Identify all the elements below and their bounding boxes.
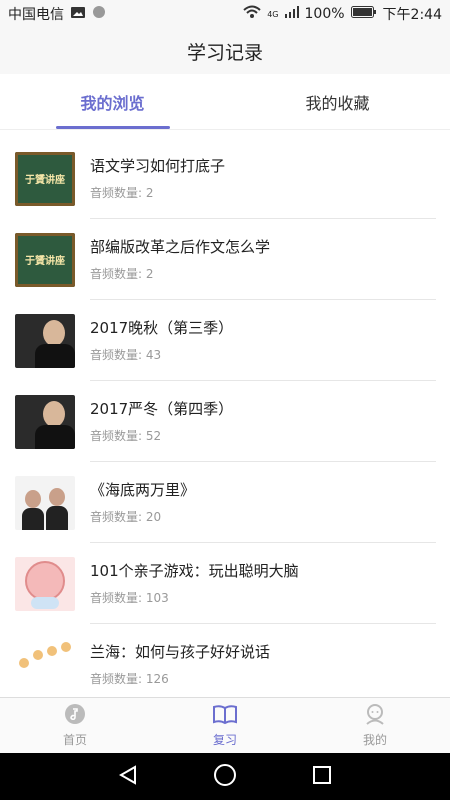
book-icon xyxy=(212,703,238,728)
course-thumbnail xyxy=(15,313,75,368)
item-count: 音频数量: 126 xyxy=(90,672,169,686)
back-icon[interactable] xyxy=(117,764,139,790)
item-title: 《海底两万里》 xyxy=(90,481,196,499)
network-type: 4G xyxy=(267,9,279,19)
list-item[interactable]: 2017晚秋（第三季） 音频数量: 43 xyxy=(0,300,450,381)
course-thumbnail: 于贇讲座 xyxy=(15,232,75,287)
item-title: 语文学习如何打底子 xyxy=(90,157,226,175)
item-title: 兰海：如何与孩子好好说话 xyxy=(90,643,271,661)
list-item[interactable]: 于贇讲座 语文学习如何打底子 音频数量: 2 xyxy=(0,138,450,219)
nav-review[interactable]: 复习 xyxy=(150,698,300,753)
item-count: 音频数量: 43 xyxy=(90,348,162,362)
item-title: 2017晚秋（第三季） xyxy=(90,319,234,337)
course-thumbnail xyxy=(15,394,75,449)
item-title: 2017严冬（第四季） xyxy=(90,400,234,418)
list-item[interactable]: 2017严冬（第四季） 音频数量: 52 xyxy=(0,381,450,462)
recents-icon[interactable] xyxy=(311,764,333,790)
item-count: 音频数量: 2 xyxy=(90,186,154,200)
home-icon[interactable] xyxy=(213,763,237,791)
course-thumbnail xyxy=(15,475,75,530)
carrier-label: 中国电信 xyxy=(8,7,64,23)
course-thumbnail xyxy=(15,556,75,611)
tab-browse[interactable]: 我的浏览 xyxy=(0,74,225,129)
battery-percent: 100% xyxy=(304,6,345,22)
home-note-icon xyxy=(64,703,86,728)
image-icon xyxy=(70,6,86,23)
item-title: 101个亲子游戏：玩出聪明大脑 xyxy=(90,562,299,580)
tab-bar: 我的浏览 我的收藏 xyxy=(0,74,450,130)
nav-home[interactable]: 首页 xyxy=(0,698,150,753)
course-thumbnail: 于贇讲座 xyxy=(15,151,75,206)
battery-icon xyxy=(350,6,377,22)
bottom-nav: 首页 复习 我的 xyxy=(0,697,450,753)
list-item[interactable]: 101个亲子游戏：玩出聪明大脑 音频数量: 103 xyxy=(0,543,450,624)
item-count: 音频数量: 20 xyxy=(90,510,162,524)
list-item[interactable]: 兰海：如何与孩子好好说话 音频数量: 126 xyxy=(0,624,450,696)
wifi-icon xyxy=(243,5,261,23)
tab-favorites[interactable]: 我的收藏 xyxy=(225,74,450,129)
item-count: 音频数量: 52 xyxy=(90,429,162,443)
item-title: 部编版改革之后作文怎么学 xyxy=(90,238,271,256)
signal-icon xyxy=(284,6,299,22)
status-bar: 中国电信 4G 100% 下午2:44 xyxy=(0,0,450,28)
page-title: 学习记录 xyxy=(0,28,450,74)
record-icon xyxy=(92,5,106,23)
system-nav-bar xyxy=(0,753,450,800)
clock: 下午2:44 xyxy=(382,7,442,23)
list-item[interactable]: 《海底两万里》 音频数量: 20 xyxy=(0,462,450,543)
history-list: 于贇讲座 语文学习如何打底子 音频数量: 2 于贇讲座 部编版改革之后作文怎么学… xyxy=(0,138,450,696)
nav-mine[interactable]: 我的 xyxy=(300,698,450,753)
profile-icon xyxy=(364,703,386,728)
course-thumbnail xyxy=(15,637,75,692)
list-item[interactable]: 于贇讲座 部编版改革之后作文怎么学 音频数量: 2 xyxy=(0,219,450,300)
item-count: 音频数量: 103 xyxy=(90,591,169,605)
item-count: 音频数量: 2 xyxy=(90,267,154,281)
